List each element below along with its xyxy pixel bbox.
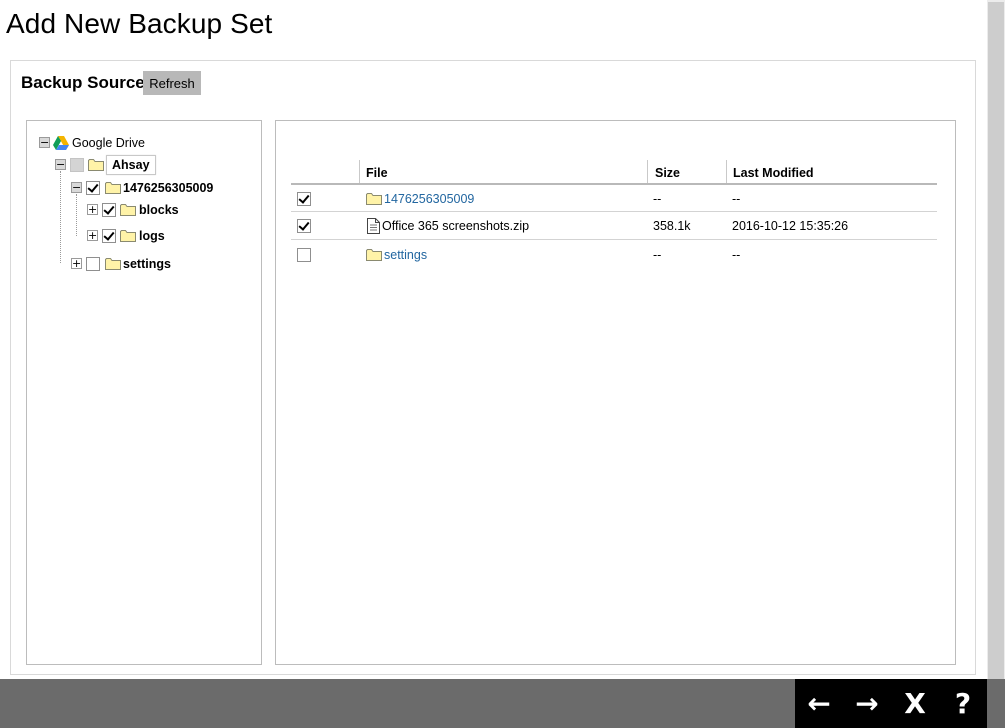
- column-header-size[interactable]: Size: [655, 165, 680, 181]
- file-name[interactable]: Office 365 screenshots.zip: [382, 218, 529, 234]
- expand-logs-toggle[interactable]: +: [87, 230, 98, 241]
- vertical-scrollbar[interactable]: [987, 0, 1005, 679]
- file-modified: --: [732, 192, 741, 206]
- file-size: --: [653, 248, 662, 262]
- tree-item-ahsay[interactable]: Ahsay: [106, 155, 156, 175]
- tree-connector: [76, 194, 77, 236]
- folder-1476256305009-checkbox[interactable]: [86, 181, 100, 195]
- file-modified: 2016-10-12 15:35:26: [732, 219, 849, 233]
- header-divider: [291, 183, 937, 185]
- column-separator: [726, 160, 727, 184]
- folder-icon: [366, 193, 382, 205]
- row-divider: [291, 211, 937, 212]
- help-button[interactable]: ?: [939, 679, 987, 728]
- tree-connector: [60, 171, 61, 263]
- page-title: Add New Backup Set: [6, 8, 273, 39]
- folder-settings-checkbox[interactable]: [86, 257, 100, 271]
- tree-item-google-drive[interactable]: Google Drive: [72, 135, 145, 151]
- file-name-link[interactable]: settings: [384, 247, 427, 263]
- expand-blocks-toggle[interactable]: +: [87, 204, 98, 215]
- tree-item-settings[interactable]: settings: [123, 256, 171, 272]
- ahsay-checkbox[interactable]: [70, 158, 84, 172]
- collapse-1476256305009-toggle[interactable]: −: [71, 182, 82, 193]
- scrollbar-thumb[interactable]: [988, 2, 1004, 679]
- row-divider: [291, 239, 937, 240]
- column-header-last-modified[interactable]: Last Modified: [733, 165, 814, 181]
- row-checkbox[interactable]: [297, 192, 311, 206]
- navigation-buttons: ← → X ?: [795, 679, 987, 728]
- folder-icon: [366, 249, 382, 261]
- document-icon: [367, 218, 380, 234]
- file-size: 358.1k: [653, 219, 691, 233]
- collapse-google-drive-toggle[interactable]: −: [39, 137, 50, 148]
- column-header-file[interactable]: File: [366, 165, 388, 181]
- row-checkbox[interactable]: [297, 219, 311, 233]
- file-name-link[interactable]: 1476256305009: [384, 191, 474, 207]
- folder-icon: [88, 159, 104, 171]
- cancel-button[interactable]: X: [891, 679, 939, 728]
- help-icon: ?: [954, 687, 972, 720]
- close-icon: X: [904, 687, 926, 720]
- expand-settings-toggle[interactable]: +: [71, 258, 82, 269]
- folder-icon: [105, 258, 121, 270]
- folder-logs-checkbox[interactable]: [102, 229, 116, 243]
- collapse-ahsay-toggle[interactable]: −: [55, 159, 66, 170]
- folder-blocks-checkbox[interactable]: [102, 203, 116, 217]
- back-button[interactable]: ←: [795, 679, 843, 728]
- tree-item-logs[interactable]: logs: [139, 228, 165, 244]
- arrow-left-icon: ←: [807, 687, 831, 720]
- file-modified: --: [732, 248, 741, 262]
- refresh-button[interactable]: Refresh: [143, 71, 201, 95]
- tree-item-1476256305009[interactable]: 1476256305009: [123, 180, 213, 196]
- column-separator: [359, 160, 360, 184]
- file-size: --: [653, 192, 662, 206]
- folder-icon: [120, 230, 136, 242]
- tree-item-blocks[interactable]: blocks: [139, 202, 179, 218]
- next-button[interactable]: →: [843, 679, 891, 728]
- arrow-right-icon: →: [855, 687, 879, 720]
- row-checkbox[interactable]: [297, 248, 311, 262]
- section-title: Backup Source: [21, 73, 145, 92]
- column-separator: [647, 160, 648, 184]
- google-drive-icon: [53, 136, 69, 150]
- folder-icon: [120, 204, 136, 216]
- folder-icon: [105, 182, 121, 194]
